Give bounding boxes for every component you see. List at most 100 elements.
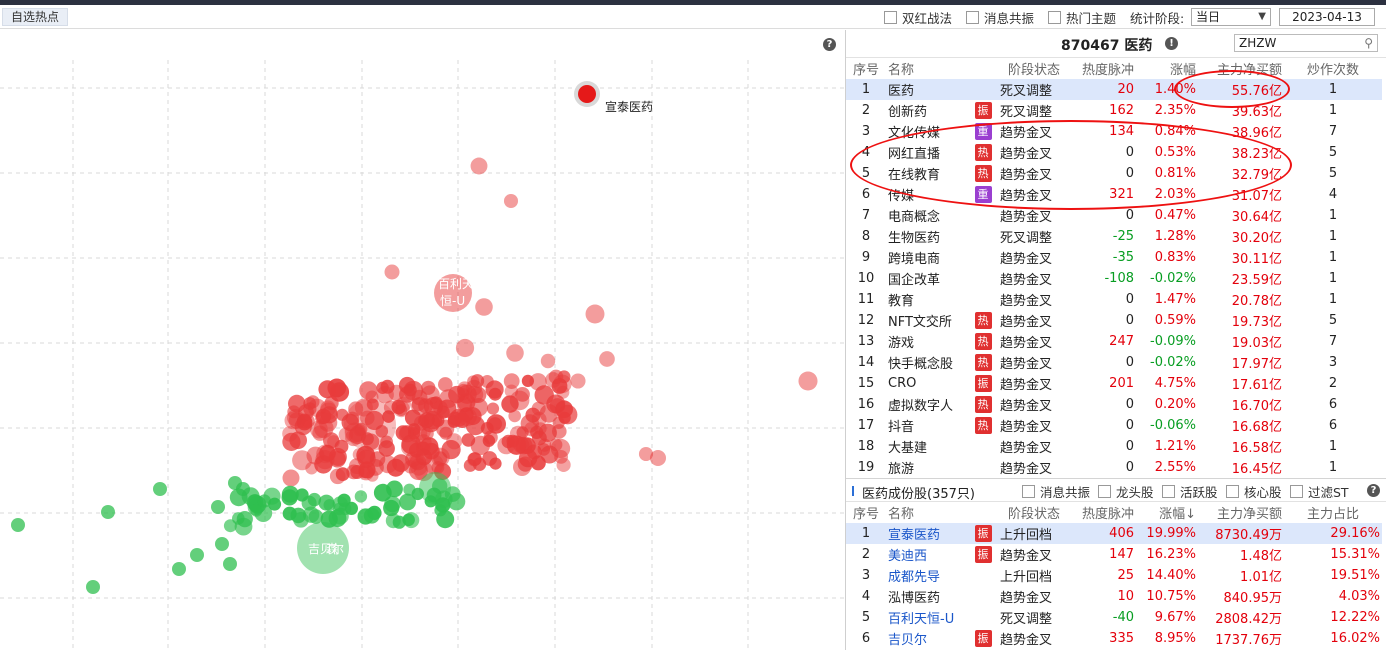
bubble[interactable]	[190, 548, 204, 562]
bubble[interactable]	[359, 381, 378, 400]
bubble[interactable]	[393, 400, 410, 418]
bubble[interactable]	[503, 373, 520, 389]
bubble[interactable]	[392, 515, 406, 529]
bubble[interactable]	[257, 494, 271, 508]
bubble[interactable]	[470, 435, 490, 456]
info-icon[interactable]: !	[1165, 37, 1178, 50]
bubble[interactable]	[153, 482, 167, 496]
check-news-resonance[interactable]: 消息共振	[966, 9, 1034, 26]
bubble[interactable]	[403, 483, 416, 496]
column-header[interactable]: 涨幅↓	[1136, 502, 1198, 523]
bubble[interactable]	[318, 413, 338, 432]
bubble[interactable]	[318, 494, 335, 511]
stock-filter-check[interactable]: 核心股	[1226, 483, 1282, 500]
row-name[interactable]: 生物医药	[886, 226, 968, 247]
search-input[interactable]: ZHZW ⚲	[1234, 34, 1378, 52]
table-row[interactable]: 3 文化传媒重趋势金叉 134 0.84% 38.96亿 7	[846, 121, 1382, 142]
row-name[interactable]: 网红直播	[886, 142, 968, 163]
bubble[interactable]	[211, 500, 225, 514]
column-header[interactable]: 主力净买额	[1198, 502, 1284, 523]
checkbox-icon[interactable]	[1290, 484, 1303, 498]
bubble[interactable]	[303, 402, 317, 416]
bubble-chart-canvas[interactable]: 宣泰医药百利天恒-U吉贝尔森	[0, 30, 845, 650]
stock-filter-check[interactable]: 活跃股	[1162, 483, 1218, 500]
bubble[interactable]	[357, 449, 376, 468]
row-name[interactable]: 教育	[886, 289, 968, 310]
bubble[interactable]	[11, 518, 25, 532]
check-hot-theme[interactable]: 热门主题	[1048, 9, 1116, 26]
column-header[interactable]: 名称	[886, 58, 968, 79]
bubble[interactable]	[398, 376, 416, 394]
column-header[interactable]: 阶段状态	[998, 502, 1070, 523]
row-name[interactable]: 医药	[886, 79, 968, 100]
bubble[interactable]	[585, 304, 605, 324]
bubble[interactable]	[506, 435, 527, 455]
row-name[interactable]: 美迪西	[886, 544, 968, 565]
row-name[interactable]: 创新药	[886, 100, 968, 121]
column-header[interactable]: 主力净买额	[1198, 58, 1284, 79]
table-row[interactable]: 4 网红直播热趋势金叉 0 0.53% 38.23亿 5	[846, 142, 1382, 163]
column-header[interactable]: 阶段状态	[998, 58, 1070, 79]
bubble[interactable]	[354, 490, 368, 503]
bubble[interactable]	[545, 372, 561, 388]
column-header[interactable]: 主力占比	[1284, 502, 1382, 523]
checkbox-icon[interactable]	[966, 10, 979, 24]
bubble[interactable]	[236, 511, 253, 528]
checkbox-icon[interactable]	[1226, 484, 1239, 498]
bubble[interactable]	[379, 455, 397, 474]
bubble[interactable]	[538, 438, 552, 452]
bubble[interactable]	[506, 344, 524, 362]
bubble[interactable]	[558, 411, 571, 424]
row-name[interactable]: CRO	[886, 373, 968, 394]
row-name[interactable]: 文化传媒	[886, 121, 968, 142]
bubble-large[interactable]	[344, 399, 396, 451]
row-name[interactable]: 成都先导	[886, 565, 968, 586]
bubble[interactable]	[337, 493, 351, 507]
table-row[interactable]: 6 传媒重趋势金叉 321 2.03% 31.07亿 4	[846, 184, 1382, 205]
column-header[interactable]: 炒作次数	[1284, 58, 1382, 79]
bubble[interactable]	[215, 537, 229, 551]
table-row[interactable]: 3 成都先导 上升回档 25 14.40% 1.01亿 19.51%	[846, 565, 1382, 586]
table-row[interactable]: 18 大基建 趋势金叉 0 1.21% 16.58亿 1	[846, 436, 1382, 457]
period-select[interactable]: 当日 ▼	[1191, 8, 1271, 26]
table-row[interactable]: 6 吉贝尔振趋势金叉 335 8.95% 1737.76万 16.02%	[846, 628, 1382, 649]
bubble[interactable]	[470, 157, 488, 175]
row-name[interactable]: 跨境电商	[886, 247, 968, 268]
bubble[interactable]	[290, 507, 307, 524]
table-row[interactable]: 16 虚拟数字人热趋势金叉 0 0.20% 16.70亿 6	[846, 394, 1382, 415]
bubble-large[interactable]	[419, 472, 451, 504]
bubble[interactable]	[327, 435, 340, 449]
bubble[interactable]	[649, 449, 667, 467]
bubble[interactable]	[570, 373, 586, 389]
table-row[interactable]: 7 电商概念 趋势金叉 0 0.47% 30.64亿 1	[846, 205, 1382, 226]
checkbox-icon[interactable]	[1098, 484, 1111, 498]
bubble[interactable]	[509, 390, 530, 411]
bubble[interactable]	[599, 351, 615, 367]
row-name[interactable]: 宣泰医药	[886, 523, 968, 544]
table-row[interactable]: 5 百利天恒-U 死叉调整 -40 9.67% 2808.42万 12.22%	[846, 607, 1382, 628]
stock-filter-check[interactable]: 消息共振	[1022, 483, 1090, 500]
row-name[interactable]: 电商概念	[886, 205, 968, 226]
checkbox-icon[interactable]	[1048, 10, 1061, 24]
checkbox-icon[interactable]	[884, 10, 897, 24]
table-row[interactable]: 12 NFT文交所热趋势金叉 0 0.59% 19.73亿 5	[846, 310, 1382, 331]
bubble[interactable]	[457, 393, 476, 412]
bubble-chart[interactable]: 宣泰医药 百利天 恒-U 吉贝尔森 ?	[0, 30, 845, 650]
table-row[interactable]: 5 在线教育热趋势金叉 0 0.81% 32.79亿 5	[846, 163, 1382, 184]
row-name[interactable]: 传媒	[886, 184, 968, 205]
table-row[interactable]: 13 游戏热趋势金叉 247 -0.09% 19.03亿 7	[846, 331, 1382, 352]
bubble[interactable]	[530, 425, 544, 439]
help-icon[interactable]: ?	[1367, 484, 1380, 497]
bubble[interactable]	[798, 371, 818, 391]
row-name[interactable]: 百利天恒-U	[886, 607, 968, 628]
column-header[interactable]: 名称	[886, 502, 968, 523]
bubble[interactable]	[328, 447, 347, 466]
bubble[interactable]	[433, 451, 448, 466]
bubble[interactable]	[540, 353, 556, 369]
bubble[interactable]	[556, 457, 571, 472]
table-row[interactable]: 17 抖音热趋势金叉 0 -0.06% 16.68亿 6	[846, 415, 1382, 436]
row-name[interactable]: NFT文交所	[886, 310, 968, 331]
table-row[interactable]: 19 旅游 趋势金叉 0 2.55% 16.45亿 1	[846, 457, 1382, 478]
bubble[interactable]	[284, 411, 303, 430]
column-header[interactable]: 序号	[846, 58, 886, 79]
